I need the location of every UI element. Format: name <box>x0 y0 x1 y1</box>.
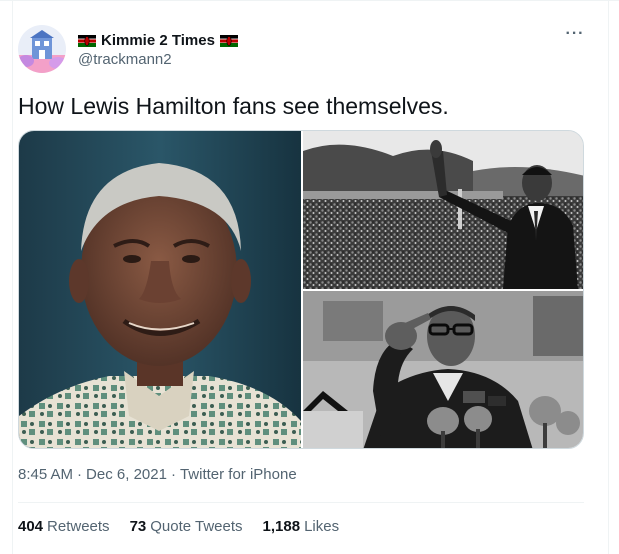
more-options-icon[interactable]: ··· <box>563 26 587 48</box>
display-name[interactable]: Kimmie 2 Times <box>101 32 215 49</box>
quotes-count: 73 <box>129 518 147 535</box>
retweets-stat[interactable]: 404 Retweets <box>18 518 110 535</box>
kenya-flag-icon <box>219 34 238 47</box>
photo-image <box>303 131 583 289</box>
tweet-photo-2[interactable] <box>303 131 583 289</box>
likes-stat[interactable]: 1,188 Likes <box>263 518 340 535</box>
user-avatar[interactable] <box>18 25 66 73</box>
user-handle[interactable]: @trackmann2 <box>78 51 172 68</box>
avatar-image <box>18 25 66 73</box>
tweet-photo-1[interactable] <box>19 131 301 448</box>
tweet-meta: 8:45 AM · Dec 6, 2021 · Twitter for iPho… <box>18 466 297 483</box>
quotes-label: Quote Tweets <box>150 518 243 535</box>
tweet-time[interactable]: 8:45 AM <box>18 466 73 483</box>
likes-label: Likes <box>304 518 340 535</box>
meta-separator: · <box>77 466 83 483</box>
photo-image <box>303 291 583 448</box>
meta-separator: · <box>170 466 176 483</box>
engagement-stats: 404 Retweets 73 Quote Tweets 1,188 Likes <box>18 518 339 535</box>
tweet-source[interactable]: Twitter for iPhone <box>180 466 297 483</box>
divider <box>18 502 584 503</box>
retweets-label: Retweets <box>47 518 110 535</box>
retweets-count: 404 <box>18 518 44 535</box>
kenya-flag-icon <box>78 34 96 47</box>
media-grid <box>18 130 584 449</box>
name-row: Kimmie 2 Times <box>78 30 238 50</box>
likes-count: 1,188 <box>262 518 301 535</box>
tweet-photo-3[interactable] <box>303 291 583 448</box>
tweet-date[interactable]: Dec 6, 2021 <box>86 466 167 483</box>
photo-image <box>19 131 301 448</box>
quote-tweets-stat[interactable]: 73 Quote Tweets <box>130 518 243 535</box>
tweet-text: How Lewis Hamilton fans see themselves. <box>18 93 449 119</box>
